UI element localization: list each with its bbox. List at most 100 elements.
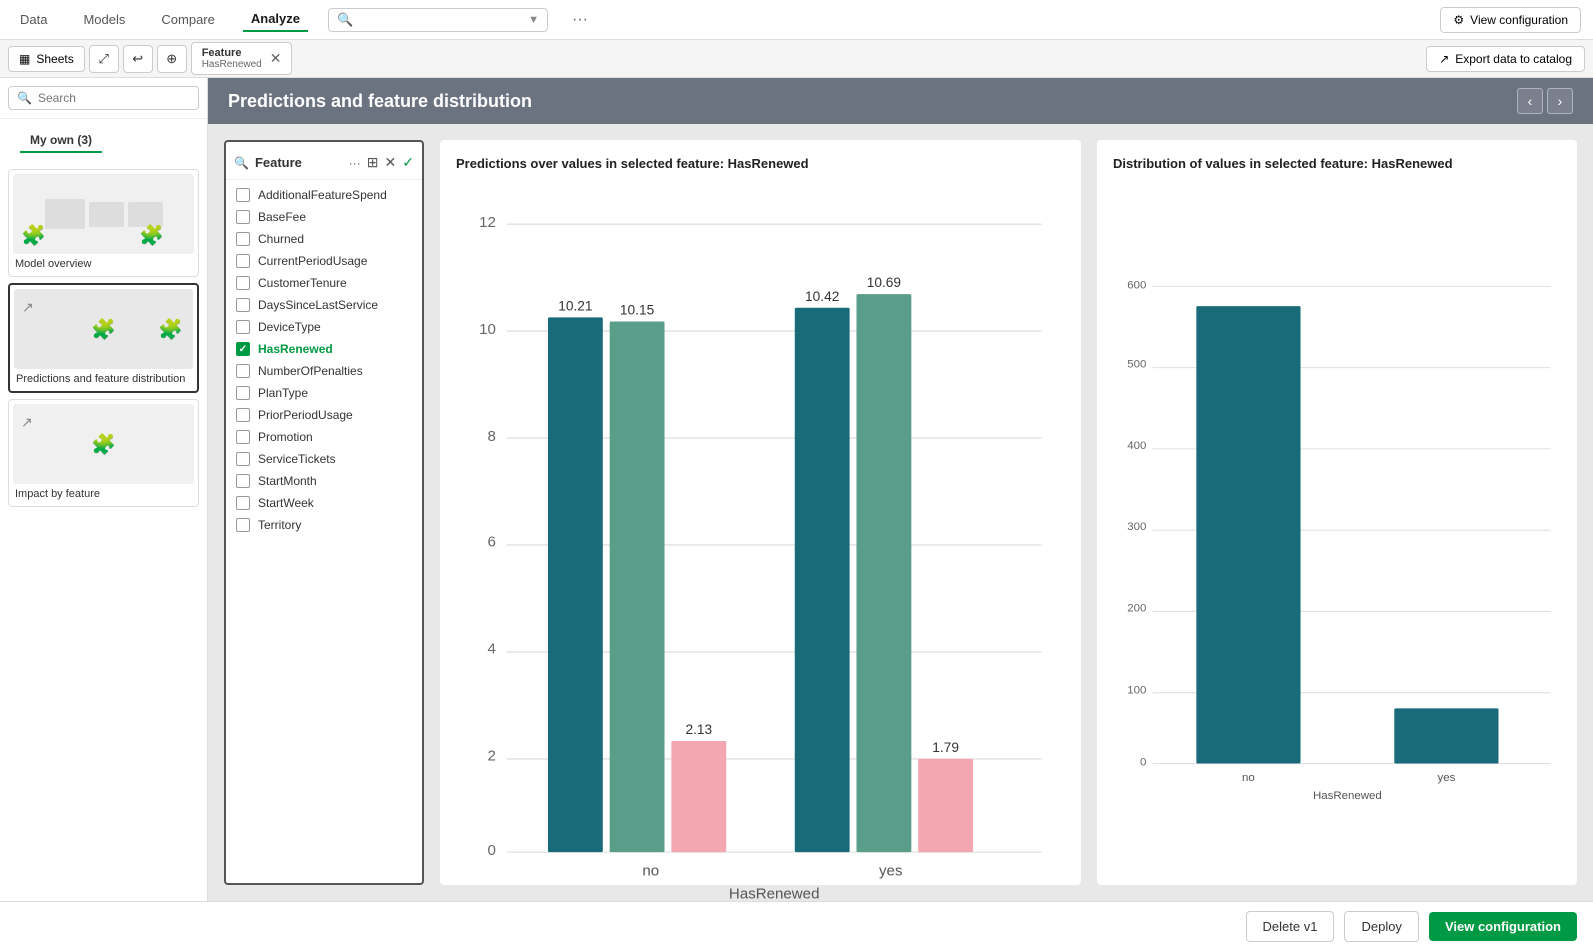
next-page-btn[interactable]: › bbox=[1547, 88, 1573, 114]
checkbox-0[interactable] bbox=[236, 188, 250, 202]
feature-item-6[interactable]: DeviceType bbox=[226, 316, 422, 338]
tab-icon-2[interactable]: ↩ bbox=[123, 45, 153, 73]
svg-text:100: 100 bbox=[1127, 685, 1146, 697]
nav-data[interactable]: Data bbox=[12, 8, 55, 31]
checkbox-6[interactable] bbox=[236, 320, 250, 334]
sheets-button[interactable]: ▦ Sheets bbox=[8, 46, 85, 72]
back-icon: ↩ bbox=[132, 51, 143, 67]
feature-item-3[interactable]: CurrentPeriodUsage bbox=[226, 250, 422, 272]
sidebar-card-impact[interactable]: ↗ 🧩 Impact by feature bbox=[8, 399, 199, 507]
checkbox-13[interactable] bbox=[236, 474, 250, 488]
delete-button[interactable]: Delete v1 bbox=[1246, 911, 1335, 942]
feature-item-14[interactable]: StartWeek bbox=[226, 492, 422, 514]
checkbox-4[interactable] bbox=[236, 276, 250, 290]
nav-search-input[interactable]: v01_RAFR_00_01 bbox=[359, 12, 522, 27]
sidebar-search-area: 🔍 bbox=[0, 78, 207, 119]
checkbox-11[interactable] bbox=[236, 430, 250, 444]
sidebar-card-model-overview[interactable]: 🧩 🧩 Model overview bbox=[8, 169, 199, 277]
sidebar-search-icon: 🔍 bbox=[17, 91, 32, 105]
checkbox-14[interactable] bbox=[236, 496, 250, 510]
feature-tab-close[interactable]: ✕ bbox=[270, 50, 282, 67]
puzzle-icon-1: 🧩 bbox=[21, 223, 46, 248]
feature-expand-icon[interactable]: ··· bbox=[349, 156, 361, 170]
tab-bar: ▦ Sheets ⤢ ↩ ⊕ Feature HasRenewed ✕ ↗ Ex… bbox=[0, 40, 1593, 78]
feature-item-11[interactable]: Promotion bbox=[226, 426, 422, 448]
nav-analyze[interactable]: Analyze bbox=[243, 7, 308, 32]
feature-item-15[interactable]: Territory bbox=[226, 514, 422, 536]
svg-text:10.42: 10.42 bbox=[805, 289, 839, 304]
svg-text:yes: yes bbox=[879, 862, 902, 879]
feature-item-13[interactable]: StartMonth bbox=[226, 470, 422, 492]
feature-item-0[interactable]: AdditionalFeatureSpend bbox=[226, 184, 422, 206]
svg-text:1.79: 1.79 bbox=[932, 740, 959, 755]
top-nav: Data Models Compare Analyze 🔍 v01_RAFR_0… bbox=[0, 0, 1593, 40]
svg-text:6: 6 bbox=[487, 533, 495, 550]
svg-text:2.13: 2.13 bbox=[685, 722, 712, 737]
feature-item-1[interactable]: BaseFee bbox=[226, 206, 422, 228]
feature-item-5[interactable]: DaysSinceLastService bbox=[226, 294, 422, 316]
svg-text:0: 0 bbox=[487, 842, 495, 859]
sidebar-card-thumb-1: 🧩 🧩 bbox=[13, 174, 194, 254]
feature-item-2[interactable]: Churned bbox=[226, 228, 422, 250]
feature-item-4[interactable]: CustomerTenure bbox=[226, 272, 422, 294]
view-config-bottom-button[interactable]: View configuration bbox=[1429, 912, 1577, 941]
feature-check-icon[interactable]: ✓ bbox=[402, 154, 414, 171]
feature-panel-icons: ··· ⊞ ✕ ✓ bbox=[349, 154, 414, 171]
sidebar-card-predictions[interactable]: ↗ 🧩 🧩 Predictions and feature distributi… bbox=[8, 283, 199, 393]
svg-text:4: 4 bbox=[487, 640, 495, 657]
checkbox-12[interactable] bbox=[236, 452, 250, 466]
arrow-icon: ↗ bbox=[22, 299, 34, 316]
sidebar-card-label-1: Model overview bbox=[13, 254, 194, 272]
svg-text:no: no bbox=[1242, 772, 1255, 784]
sidebar-card-label-2: Predictions and feature distribution bbox=[14, 369, 193, 387]
checkbox-3[interactable] bbox=[236, 254, 250, 268]
dropdown-icon[interactable]: ▼ bbox=[528, 14, 539, 26]
feature-item-8[interactable]: NumberOfPenalties bbox=[226, 360, 422, 382]
nav-models[interactable]: Models bbox=[75, 8, 133, 31]
feature-target-icon[interactable]: ⊞ bbox=[367, 154, 379, 171]
puzzle-icon-3: 🧩 bbox=[91, 317, 116, 342]
svg-text:HasRenewed: HasRenewed bbox=[1313, 790, 1382, 802]
content-area: Predictions and feature distribution ‹ ›… bbox=[208, 78, 1593, 901]
export-button[interactable]: ↗ Export data to catalog bbox=[1426, 46, 1585, 72]
deploy-button[interactable]: Deploy bbox=[1344, 911, 1418, 942]
nav-compare[interactable]: Compare bbox=[153, 8, 222, 31]
feature-panel: 🔍 Feature ··· ⊞ ✕ ✓ AdditionalFeatureSpe… bbox=[224, 140, 424, 885]
feature-item-9[interactable]: PlanType bbox=[226, 382, 422, 404]
view-config-top-button[interactable]: ⚙ View configuration bbox=[1440, 7, 1581, 33]
checkbox-5[interactable] bbox=[236, 298, 250, 312]
feature-item-12[interactable]: ServiceTickets bbox=[226, 448, 422, 470]
sidebar-search-input[interactable] bbox=[38, 91, 190, 105]
svg-text:10: 10 bbox=[479, 321, 496, 338]
settings2-icon: ⊕ bbox=[166, 51, 177, 67]
sidebar-section-label: My own (3) bbox=[20, 125, 102, 153]
sidebar-card-thumb-3: ↗ 🧩 bbox=[13, 404, 194, 484]
feature-item-10[interactable]: PriorPeriodUsage bbox=[226, 404, 422, 426]
checkbox-10[interactable] bbox=[236, 408, 250, 422]
prev-page-btn[interactable]: ‹ bbox=[1517, 88, 1543, 114]
right-chart-svg: 600 500 400 300 200 100 0 bbox=[1113, 183, 1561, 869]
checkbox-15[interactable] bbox=[236, 518, 250, 532]
sheet-icon: ▦ bbox=[19, 52, 30, 66]
svg-text:10.21: 10.21 bbox=[558, 299, 592, 314]
nav-more-btn[interactable]: ··· bbox=[572, 11, 588, 29]
tab-icon-1[interactable]: ⤢ bbox=[89, 45, 119, 73]
svg-text:10.15: 10.15 bbox=[620, 303, 655, 318]
tab-icon-3[interactable]: ⊕ bbox=[157, 45, 187, 73]
feature-item-hasrenewed[interactable]: ✓ HasRenewed bbox=[226, 338, 422, 360]
left-chart-title: Predictions over values in selected feat… bbox=[456, 156, 1065, 171]
right-chart-panel: Distribution of values in selected featu… bbox=[1097, 140, 1577, 885]
svg-text:8: 8 bbox=[487, 428, 495, 445]
feature-close-icon[interactable]: ✕ bbox=[385, 154, 397, 171]
checkbox-9[interactable] bbox=[236, 386, 250, 400]
export-icon: ↗ bbox=[1439, 52, 1449, 66]
checkbox-hasrenewed[interactable]: ✓ bbox=[236, 342, 250, 356]
puzzle-icon-2: 🧩 bbox=[139, 223, 164, 248]
checkbox-2[interactable] bbox=[236, 232, 250, 246]
page-title: Predictions and feature distribution bbox=[228, 91, 532, 112]
checkbox-8[interactable] bbox=[236, 364, 250, 378]
checkbox-1[interactable] bbox=[236, 210, 250, 224]
feature-tab[interactable]: Feature HasRenewed ✕ bbox=[191, 42, 293, 75]
left-chart-panel: Predictions over values in selected feat… bbox=[440, 140, 1081, 885]
puzzle-icon-5: 🧩 bbox=[91, 432, 116, 457]
